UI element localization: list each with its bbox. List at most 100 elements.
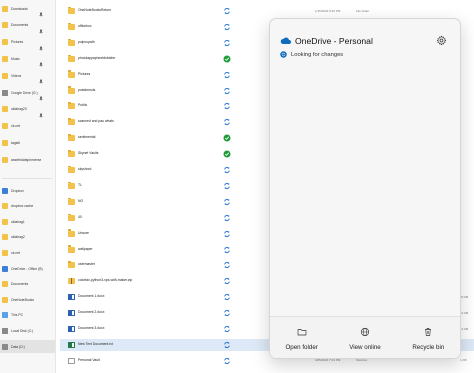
nav-item[interactable]: Local Disk (C:) [0,324,55,337]
file-name: colortax-python3-vps-with-maker.zip [78,278,133,283]
cloud-folder-icon [2,187,8,194]
folder-icon [2,139,8,146]
nav-item[interactable]: Data (D:) [0,340,55,353]
nav-item[interactable]: vk.net [0,246,55,259]
nav-item[interactable]: assethdatspinmerse [0,153,55,166]
onedrive-flyout: OneDrive - Personal Looking for changes … [269,18,461,359]
folder-icon [68,86,75,94]
sync-pending-icon [223,293,231,301]
drive-icon [2,89,8,96]
nav-item[interactable]: uklahag2 [0,231,55,244]
file-name: pulpvupath [78,39,95,44]
onedrive-cloud-icon [280,37,291,44]
flyout-header: OneDrive - Personal Looking for changes [270,19,460,69]
nav-item-label: vk.net [11,250,21,255]
folder-icon [2,106,8,113]
nav-item[interactable]: Documents [0,19,55,35]
sync-pending-icon [223,182,231,190]
sync-pending-icon [223,230,231,238]
folder-icon [68,245,75,253]
file-name: Personal Vault [78,357,100,362]
nav-item[interactable]: Downloads [0,2,55,18]
folder-icon [2,218,8,225]
folder-icon [68,6,75,14]
synced-check-icon [223,55,231,63]
nav-item[interactable]: uklahag23 [0,103,55,119]
file-name: officebox [78,23,92,28]
trash-icon [425,328,432,336]
nav-item[interactable]: vk.net [0,120,55,133]
view-online-button[interactable]: View online [333,317,396,358]
pin-icon [38,89,44,102]
pin-icon [38,39,44,51]
sync-pending-icon [223,261,231,269]
nav-item-label: Videos [11,73,22,78]
flyout-title: OneDrive - Personal [295,36,373,46]
file-name: Document 3.docx [78,326,105,330]
folder-icon [68,213,75,221]
file-name: Public [78,103,88,108]
sync-pending-icon [223,309,231,317]
file-size: 12 KB [460,310,469,315]
file-name: wallpaper [78,246,93,251]
sync-pending-icon [223,7,231,15]
nav-item[interactable]: Dropbox [0,184,55,197]
file-name: photolappapheetdsfolder [78,55,116,60]
nav-item-label: This PC [11,313,24,318]
nav-item[interactable]: uklahag1 [0,215,55,228]
folder-icon [2,249,8,256]
folder-icon [2,72,8,79]
folder-icon [2,39,8,46]
folder-icon [68,133,75,142]
folder-icon [2,281,8,288]
folder-icon [68,149,75,158]
file-name: Skynet Vaults [78,151,99,156]
nav-item[interactable]: OneNoteBooks [0,293,55,306]
file-name: Document 1.docx [78,294,105,299]
nav-item[interactable]: tagsitl [0,136,55,149]
sync-pending-icon [223,341,231,349]
folder-icon [68,197,75,205]
nav-item[interactable]: This PC [0,309,55,322]
sync-pending-icon [223,325,231,333]
nav-item-label: Music [11,56,20,61]
sync-pending-icon [223,166,231,174]
folder-icon [2,234,8,241]
sync-pending-icon [223,23,231,31]
file-name: Pictures [78,71,91,76]
view-online-label: View online [349,344,381,351]
folder-icon [2,156,8,163]
nav-item[interactable]: Videos [0,69,55,85]
zip-file-icon [68,278,75,285]
sync-pending-icon [223,102,231,110]
file-name: usermaster [78,262,95,267]
open-folder-button[interactable]: Open folder [270,317,333,358]
word-document-icon [68,294,75,301]
nav-item[interactable]: OneDrive - Office (B) [0,262,55,275]
recycle-bin-button[interactable]: Recycle bin [397,317,460,358]
folder-icon [297,329,306,336]
nav-item-label: dropbox.cache [11,204,34,209]
folder-icon [68,261,75,269]
flyout-footer: Open folder View online Recycle bin [270,316,460,358]
file-name: OneNoteBooksReturn [78,8,112,12]
nav-item[interactable]: Documents [0,278,55,291]
file-name: Unsure [78,230,89,235]
folder-icon [68,165,75,173]
nav-item-label: Google Drive (G:) [11,90,38,95]
nav-item[interactable]: Pictures [0,36,55,51]
file-size: 20 KB [460,294,469,299]
folder-icon [68,38,75,46]
nav-item[interactable]: Google Drive (G:) [0,86,55,102]
file-row[interactable]: OneNoteBooksReturn 1/15/2023 8:16 PM File … [60,5,474,17]
nav-item[interactable]: dropbox.cache [0,200,55,213]
folder-icon [2,55,8,62]
folder-icon [68,181,75,189]
word-document-icon [68,310,75,317]
nav-item[interactable]: Music [0,52,55,68]
settings-gear-icon[interactable] [436,35,447,46]
nav-item-label: Pictures [11,40,24,45]
nav-item-label: Documents [11,23,29,28]
sync-pending-icon [223,198,231,206]
pin-icon [38,55,44,68]
